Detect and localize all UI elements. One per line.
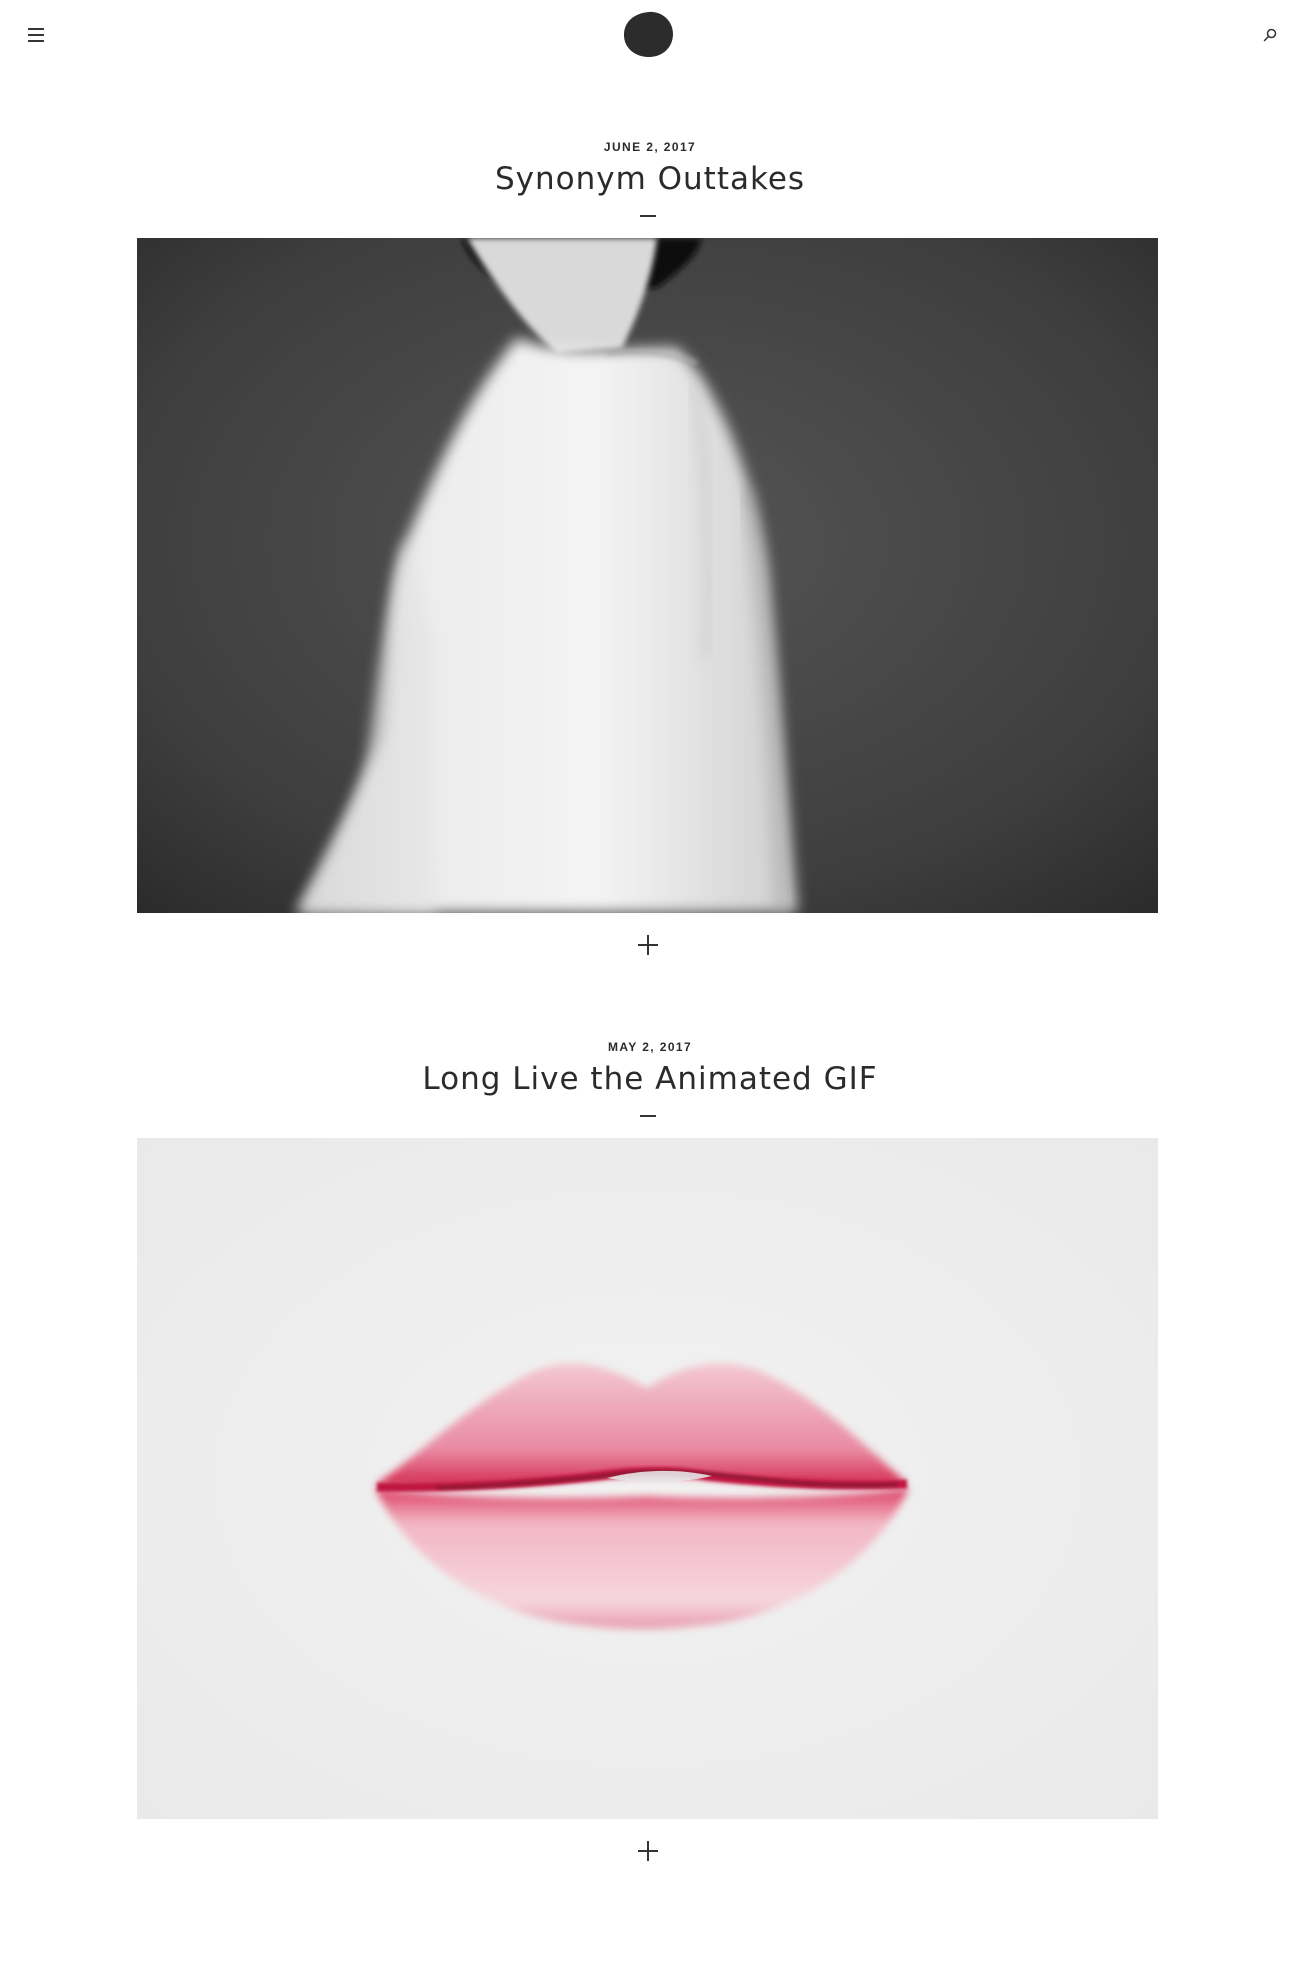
- featured-image[interactable]: [137, 1138, 1158, 1819]
- plus-icon[interactable]: [638, 935, 658, 955]
- search-icon[interactable]: [1260, 25, 1280, 45]
- blurred-figure-photo: [137, 238, 1158, 913]
- red-lips-drawing: [137, 1138, 1158, 1819]
- plus-icon[interactable]: [638, 1841, 658, 1861]
- title-divider: [640, 1115, 656, 1117]
- title-divider: [640, 215, 656, 217]
- hamburger-menu-icon[interactable]: [26, 26, 48, 44]
- circle-logo-icon[interactable]: [623, 11, 674, 58]
- post-date: JUNE 2, 2017: [603, 140, 697, 154]
- site-header: [0, 0, 1300, 72]
- post-title-link[interactable]: Long Live the Animated GIF: [0, 1058, 1300, 1100]
- menu-line: [28, 40, 44, 42]
- post-date: MAY 2, 2017: [607, 1040, 693, 1054]
- post-title-link[interactable]: Synonym Outtakes: [0, 158, 1300, 200]
- featured-image[interactable]: [137, 238, 1158, 913]
- menu-line: [28, 34, 44, 36]
- menu-line: [28, 28, 44, 30]
